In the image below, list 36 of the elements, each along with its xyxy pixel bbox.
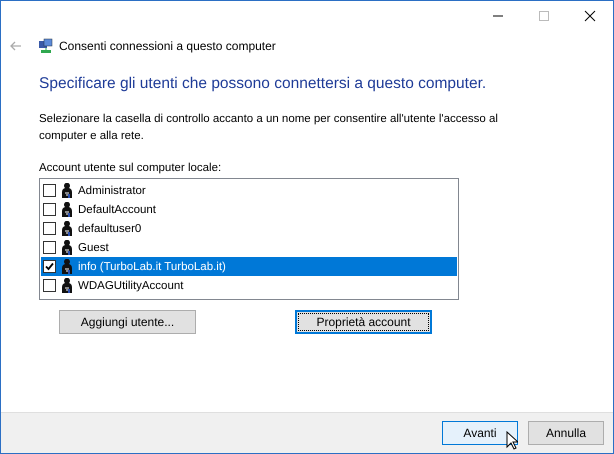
checkbox[interactable]	[43, 279, 56, 292]
account-name: Administrator	[78, 184, 146, 196]
account-item[interactable]: WDAGUtilityAccount	[41, 276, 457, 295]
dialog-button[interactable]: Proprietà account	[295, 310, 432, 334]
account-item[interactable]: Administrator	[41, 181, 457, 200]
user-icon	[59, 182, 75, 198]
account-name: WDAGUtilityAccount	[78, 280, 184, 292]
account-item[interactable]: DefaultAccount	[41, 200, 457, 219]
accounts-label: Account utente sul computer locale:	[39, 162, 222, 174]
dialog-button[interactable]: Annulla	[528, 421, 604, 445]
user-icon	[59, 278, 75, 294]
dialog-button[interactable]: Aggiungi utente...	[59, 310, 196, 334]
dialog-button[interactable]: Avanti	[442, 421, 518, 445]
close-icon[interactable]	[584, 10, 596, 22]
network-computers-icon	[38, 38, 54, 54]
checkbox[interactable]	[43, 260, 56, 273]
account-name: DefaultAccount	[78, 204, 156, 216]
user-icon	[59, 258, 75, 274]
account-item[interactable]: info (TurboLab.it TurboLab.it)	[41, 257, 457, 276]
account-item[interactable]: defaultuser0	[41, 219, 457, 238]
checkbox[interactable]	[43, 203, 56, 216]
account-name: defaultuser0	[78, 222, 142, 234]
checkbox[interactable]	[43, 222, 56, 235]
account-item[interactable]: Guest	[41, 238, 457, 257]
maximize-icon	[538, 10, 550, 22]
window-title: Consenti connessioni a questo computer	[59, 39, 276, 53]
user-icon	[59, 240, 75, 256]
account-name: info (TurboLab.it TurboLab.it)	[78, 260, 226, 272]
user-icon	[59, 220, 75, 236]
description-text: Selezionare la casella di controllo accanto a un nome per consentire all'utente l'accesso al computer e alla rete.	[39, 112, 499, 144]
account-name: Guest	[78, 242, 109, 254]
mouse-cursor-icon	[506, 431, 518, 450]
checkbox[interactable]	[43, 241, 56, 254]
user-icon	[59, 202, 75, 218]
page-heading: Specificare gli utenti che possono connettersi a questo computer.	[39, 75, 488, 93]
checkbox[interactable]	[43, 184, 56, 197]
